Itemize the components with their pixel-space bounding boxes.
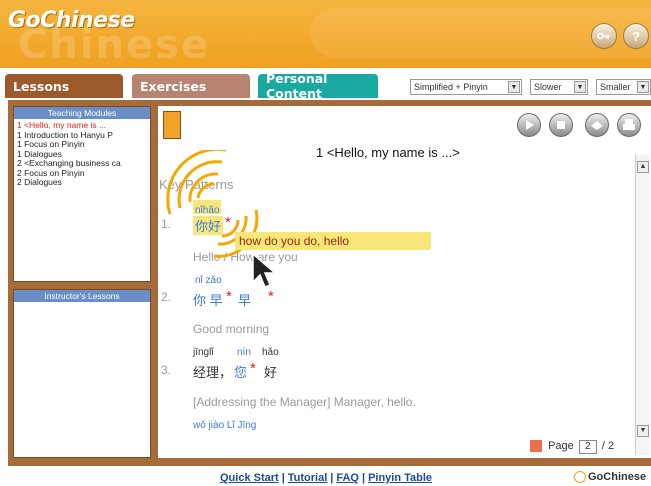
item-number: 3. — [161, 363, 172, 377]
book-icon[interactable] — [163, 111, 181, 139]
size-select[interactable]: Smaller ▼ — [596, 79, 651, 95]
print-icon[interactable] — [617, 113, 641, 137]
pinyin-text[interactable]: jīnglǐ — [193, 347, 214, 358]
item-number: 2. — [161, 290, 172, 304]
app-logo: GoChinese — [8, 8, 135, 33]
hanzi-text[interactable]: 你 早 — [193, 290, 223, 309]
module-item[interactable]: 1 Dialogues — [17, 150, 147, 160]
pinyin-text[interactable]: nǐ zǎo — [195, 275, 222, 286]
instructor-lessons-title: Instructor's Lessons — [14, 290, 150, 302]
prev-page-button[interactable] — [530, 440, 542, 453]
translation-tooltip: how do you do, hello — [235, 232, 431, 250]
play-icon[interactable] — [517, 113, 541, 137]
asterisk-icon: * — [250, 360, 256, 377]
speed-select-value: Slower — [534, 82, 562, 92]
scroll-up-icon[interactable]: ▲ — [637, 161, 649, 173]
hanzi-text[interactable]: 经理， — [193, 362, 232, 381]
lesson-title: 1 <Hello, my name is ...> — [316, 145, 460, 160]
header-bar: Chinese GoChinese ? — [0, 0, 651, 68]
module-item[interactable]: 2 Dialogues — [17, 178, 147, 188]
module-item[interactable]: 2 <Exchanging business ca — [17, 159, 147, 169]
footer-links: Quick Start | Tutorial | FAQ | Pinyin Table — [220, 472, 433, 484]
instructor-lessons-panel: Instructor's Lessons — [13, 289, 151, 458]
script-select-value: Simplified + Pinyin — [414, 82, 488, 92]
key-icon[interactable] — [591, 23, 617, 49]
footer-logo-icon — [574, 471, 586, 484]
pager: Page 2 / 2 — [530, 440, 614, 454]
chevron-down-icon: ▼ — [637, 81, 649, 93]
pinyin-table-link[interactable]: Pinyin Table — [368, 472, 432, 484]
teaching-modules-panel: Teaching Modules 1 <Hello, my name is ..… — [13, 106, 151, 282]
footer-brand: GoChinese — [574, 471, 646, 484]
stop-icon[interactable] — [549, 113, 573, 137]
chevron-down-icon: ▼ — [574, 81, 586, 93]
tab-lessons[interactable]: Lessons — [5, 74, 123, 98]
tab-personal-content[interactable]: Personal Content — [258, 71, 378, 101]
notes-icon[interactable] — [585, 113, 609, 137]
content-scrollbar[interactable]: ▲ ▼ — [635, 155, 649, 455]
scroll-down-icon[interactable]: ▼ — [637, 425, 649, 437]
pinyin-text[interactable]: nín — [237, 347, 251, 358]
module-item[interactable]: 2 Focus on Pinyin — [17, 169, 147, 179]
module-item[interactable]: 1 <Hello, my name is ... — [17, 121, 147, 131]
english-text: [Addressing the Manager] Manager, hello. — [193, 395, 416, 409]
size-select-value: Smaller — [600, 82, 631, 92]
module-list: 1 <Hello, my name is ... 1 Introduction … — [14, 119, 150, 190]
module-item[interactable]: 1 Introduction to Hanyu P — [17, 131, 147, 141]
hanzi-text-extra[interactable]: 早 — [238, 290, 251, 309]
teaching-modules-title: Teaching Modules — [14, 107, 150, 119]
quick-start-link[interactable]: Quick Start — [220, 472, 279, 484]
script-select[interactable]: Simplified + Pinyin ▼ — [410, 79, 522, 95]
hanzi-text[interactable]: 您 — [234, 362, 247, 381]
page-total: / 2 — [601, 440, 615, 452]
page-label: Page — [548, 440, 574, 452]
chevron-down-icon: ▼ — [508, 81, 520, 93]
faq-link[interactable]: FAQ — [336, 472, 359, 484]
help-icon[interactable]: ? — [623, 23, 649, 49]
speed-select[interactable]: Slower ▼ — [530, 79, 588, 95]
module-item[interactable]: 1 Focus on Pinyin — [17, 140, 147, 150]
asterisk-icon: * — [268, 288, 274, 305]
hanzi-text[interactable]: 好 — [264, 362, 277, 381]
tutorial-link[interactable]: Tutorial — [288, 472, 328, 484]
mouse-cursor-icon — [252, 252, 277, 288]
asterisk-icon: * — [226, 288, 232, 305]
tab-exercises[interactable]: Exercises — [132, 74, 250, 98]
page-input[interactable]: 2 — [578, 440, 597, 454]
pinyin-text[interactable]: wǒ jiào Lǐ Jīng — [193, 420, 256, 431]
app-window: Chinese GoChinese ? Lessons Exercises Pe… — [0, 0, 651, 486]
pinyin-text[interactable]: hǎo — [262, 347, 279, 358]
english-text: Good morning — [193, 322, 270, 336]
